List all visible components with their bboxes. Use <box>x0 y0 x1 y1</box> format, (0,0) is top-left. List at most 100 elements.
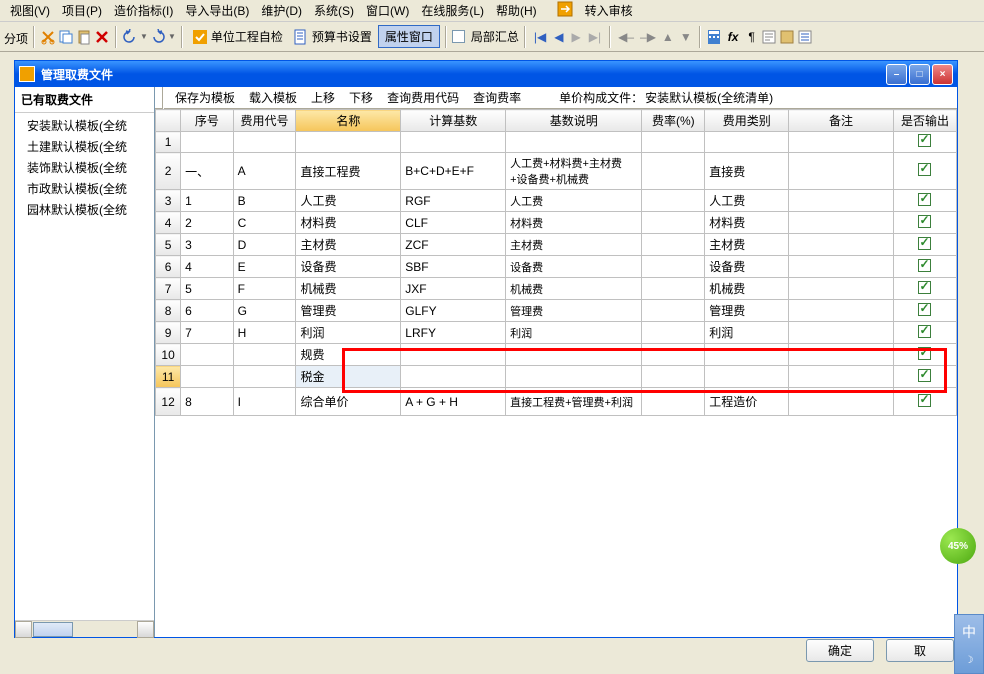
cell-base[interactable]: ZCF <box>401 234 506 256</box>
cell-code[interactable]: H <box>233 322 296 344</box>
cell-base[interactable]: RGF <box>401 190 506 212</box>
cell-output[interactable] <box>893 212 956 234</box>
ok-button[interactable]: 确定 <box>806 639 874 662</box>
tree-item[interactable]: 安装默认模板(全统 <box>15 115 154 136</box>
local-summary-checkbox[interactable] <box>452 30 465 43</box>
cell-base[interactable] <box>401 344 506 366</box>
calculator-icon[interactable] <box>706 29 722 45</box>
table-row[interactable]: 97H利润LRFY利润利润 <box>156 322 957 344</box>
col-rate[interactable]: 费率(%) <box>642 110 705 132</box>
cell-desc[interactable]: 机械费 <box>506 278 642 300</box>
cell-rate[interactable] <box>642 344 705 366</box>
movedown-icon[interactable]: ▼ <box>680 30 692 44</box>
cell-rate[interactable] <box>642 190 705 212</box>
close-button[interactable]: × <box>932 64 953 85</box>
property-window-button[interactable]: 属性窗口 <box>378 25 440 48</box>
output-checkbox[interactable] <box>918 237 931 250</box>
table-row[interactable]: 86G管理费GLFY管理费管理费 <box>156 300 957 322</box>
cell-rate[interactable] <box>642 153 705 190</box>
cell-desc[interactable]: 材料费 <box>506 212 642 234</box>
cell-note[interactable] <box>789 388 894 416</box>
cell-note[interactable] <box>789 300 894 322</box>
cell-output[interactable] <box>893 234 956 256</box>
redo-icon[interactable] <box>150 29 166 45</box>
output-checkbox[interactable] <box>918 281 931 294</box>
cell-seq[interactable]: 一、 <box>181 153 233 190</box>
progress-badge[interactable]: 45% <box>940 528 976 564</box>
menu-cost[interactable]: 造价指标(I) <box>108 0 179 21</box>
output-checkbox[interactable] <box>918 325 931 338</box>
table-row[interactable]: 42C材料费CLF材料费材料费 <box>156 212 957 234</box>
cell-desc[interactable] <box>506 344 642 366</box>
row-number[interactable]: 4 <box>156 212 181 234</box>
cell-code[interactable]: G <box>233 300 296 322</box>
output-checkbox[interactable] <box>918 259 931 272</box>
cell-seq[interactable] <box>181 366 233 388</box>
row-number[interactable]: 5 <box>156 234 181 256</box>
col-type[interactable]: 费用类别 <box>705 110 789 132</box>
cell-base[interactable] <box>401 132 506 153</box>
list-icon[interactable] <box>797 29 813 45</box>
undo-icon[interactable] <box>122 29 138 45</box>
cell-desc[interactable]: 人工费 <box>506 190 642 212</box>
cell-code[interactable] <box>233 132 296 153</box>
cell-type[interactable]: 管理费 <box>705 300 789 322</box>
cell-code[interactable]: B <box>233 190 296 212</box>
cell-note[interactable] <box>789 153 894 190</box>
query-code-button[interactable]: 查询费用代码 <box>381 87 465 108</box>
tree-item[interactable]: 装饰默认模板(全统 <box>15 157 154 178</box>
cell-output[interactable] <box>893 322 956 344</box>
moveup-icon[interactable]: ▲ <box>662 30 674 44</box>
scroll-right-icon[interactable] <box>137 621 154 638</box>
col-base[interactable]: 计算基数 <box>401 110 506 132</box>
cell-seq[interactable]: 3 <box>181 234 233 256</box>
output-checkbox[interactable] <box>918 303 931 316</box>
table-row[interactable]: 128I综合单价A + G + H直接工程费+管理费+利润工程造价 <box>156 388 957 416</box>
cell-note[interactable] <box>789 190 894 212</box>
paste-icon[interactable] <box>76 29 92 45</box>
table-row[interactable]: 53D主材费ZCF主材费主材费 <box>156 234 957 256</box>
table-row[interactable]: 2一、A直接工程费B+C+D+E+F人工费+材料费+主材费+设备费+机械费直接费 <box>156 153 957 190</box>
cell-rate[interactable] <box>642 132 705 153</box>
cell-type[interactable]: 材料费 <box>705 212 789 234</box>
cell-name[interactable]: 管理费 <box>296 300 401 322</box>
menu-transfer[interactable]: 转入审核 <box>579 0 639 21</box>
col-code[interactable]: 费用代号 <box>233 110 296 132</box>
col-output[interactable]: 是否输出 <box>893 110 956 132</box>
move-down-button[interactable]: 下移 <box>343 87 379 108</box>
scroll-thumb[interactable] <box>33 622 73 637</box>
cell-base[interactable]: CLF <box>401 212 506 234</box>
cell-note[interactable] <box>789 256 894 278</box>
cell-type[interactable]: 机械费 <box>705 278 789 300</box>
cell-base[interactable] <box>401 366 506 388</box>
cell-note[interactable] <box>789 234 894 256</box>
cell-rate[interactable] <box>642 300 705 322</box>
table-row[interactable]: 75F机械费JXF机械费机械费 <box>156 278 957 300</box>
cell-type[interactable]: 人工费 <box>705 190 789 212</box>
cell-seq[interactable]: 4 <box>181 256 233 278</box>
pilcrow-icon[interactable]: ¶ <box>748 30 754 44</box>
cell-type[interactable]: 直接费 <box>705 153 789 190</box>
cell-base[interactable]: JXF <box>401 278 506 300</box>
cell-output[interactable] <box>893 366 956 388</box>
row-number[interactable]: 1 <box>156 132 181 153</box>
menu-project[interactable]: 项目(P) <box>56 0 108 21</box>
cell-note[interactable] <box>789 278 894 300</box>
cell-seq[interactable]: 8 <box>181 388 233 416</box>
cell-name[interactable]: 材料费 <box>296 212 401 234</box>
tree-item[interactable]: 土建默认模板(全统 <box>15 136 154 157</box>
nav-prev-icon[interactable]: ◀ <box>554 30 563 44</box>
cell-note[interactable] <box>789 322 894 344</box>
row-number[interactable]: 10 <box>156 344 181 366</box>
self-check-button[interactable]: 单位工程自检 <box>188 26 287 47</box>
cell-seq[interactable]: 2 <box>181 212 233 234</box>
col-desc[interactable]: 基数说明 <box>506 110 642 132</box>
scroll-left-icon[interactable] <box>15 621 32 638</box>
output-checkbox[interactable] <box>918 134 931 147</box>
col-seq[interactable]: 序号 <box>181 110 233 132</box>
cell-code[interactable]: D <box>233 234 296 256</box>
cell-seq[interactable]: 7 <box>181 322 233 344</box>
row-number[interactable]: 9 <box>156 322 181 344</box>
cell-code[interactable]: A <box>233 153 296 190</box>
notes-icon[interactable] <box>761 29 777 45</box>
